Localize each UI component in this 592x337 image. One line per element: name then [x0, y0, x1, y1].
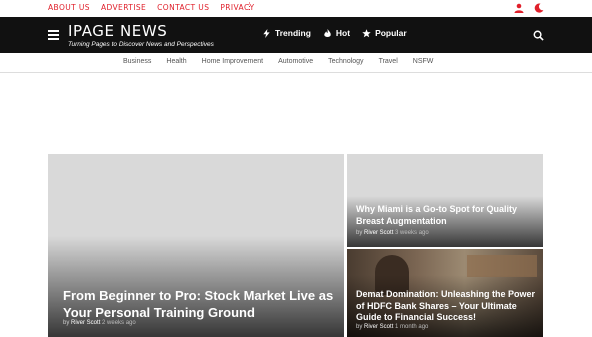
user-icon[interactable]: [514, 3, 524, 13]
top-bar: ABOUT US ADVERTISE CONTACT US PRIVACY ⋮: [0, 0, 592, 17]
post-by: by: [356, 324, 363, 330]
post-date: 1 month ago: [395, 324, 429, 330]
post-by: by: [356, 230, 363, 236]
search-icon[interactable]: [533, 28, 544, 46]
site-header: IPAGE NEWS Turning Pages to Discover New…: [0, 17, 592, 53]
category-automotive[interactable]: Automotive: [278, 58, 313, 65]
featured-post-side-bottom[interactable]: Demat Domination: Unleashing the Power o…: [347, 249, 543, 337]
nav-trending[interactable]: Trending: [262, 28, 311, 38]
post-meta: by River Scott 2 weeks ago: [63, 320, 136, 326]
advertise-link[interactable]: ADVERTISE: [101, 3, 146, 12]
post-author[interactable]: River Scott: [71, 320, 100, 326]
post-meta: by River Scott 3 weeks ago: [356, 230, 429, 236]
hamburger-menu-icon[interactable]: [48, 30, 59, 42]
post-title[interactable]: Why Miami is a Go-to Spot for Quality Br…: [356, 204, 536, 227]
more-menu-icon[interactable]: ⋮: [245, 1, 254, 12]
category-travel[interactable]: Travel: [379, 58, 398, 65]
site-brand[interactable]: IPAGE NEWS Turning Pages to Discover New…: [68, 22, 214, 48]
header-nav: Trending Hot Popular: [262, 28, 407, 38]
category-home-improvement[interactable]: Home Improvement: [202, 58, 263, 65]
category-technology[interactable]: Technology: [328, 58, 363, 65]
nav-popular[interactable]: Popular: [362, 28, 407, 38]
post-by: by: [63, 320, 70, 326]
featured-post-main[interactable]: From Beginner to Pro: Stock Market Live …: [48, 154, 344, 337]
category-nav: Business Health Home Improvement Automot…: [0, 53, 592, 73]
featured-post-side-top[interactable]: Why Miami is a Go-to Spot for Quality Br…: [347, 154, 543, 247]
bolt-icon: [263, 28, 270, 38]
site-tagline: Turning Pages to Discover News and Persp…: [68, 41, 214, 48]
post-title[interactable]: From Beginner to Pro: Stock Market Live …: [63, 287, 335, 321]
nav-hot[interactable]: Hot: [323, 28, 350, 38]
nav-trending-label: Trending: [275, 28, 311, 38]
nav-popular-label: Popular: [375, 28, 407, 38]
post-author[interactable]: River Scott: [364, 230, 393, 236]
post-meta: by River Scott 1 month ago: [356, 324, 428, 330]
category-nsfw[interactable]: NSFW: [413, 58, 434, 65]
category-health[interactable]: Health: [166, 58, 186, 65]
nav-hot-label: Hot: [335, 28, 351, 38]
post-author[interactable]: River Scott: [364, 324, 393, 330]
dark-mode-icon[interactable]: [534, 3, 544, 13]
post-date: 2 weeks ago: [102, 320, 136, 326]
top-links: ABOUT US ADVERTISE CONTACT US PRIVACY: [48, 3, 254, 12]
site-title[interactable]: IPAGE NEWS: [68, 22, 214, 40]
post-date: 3 weeks ago: [395, 230, 429, 236]
fire-icon: [324, 28, 331, 37]
about-us-link[interactable]: ABOUT US: [48, 3, 90, 12]
category-business[interactable]: Business: [123, 58, 151, 65]
contact-us-link[interactable]: CONTACT US: [157, 3, 209, 12]
star-icon: [362, 28, 371, 37]
bookshelf-shape: [467, 255, 537, 277]
post-title[interactable]: Demat Domination: Unleashing the Power o…: [356, 289, 541, 324]
